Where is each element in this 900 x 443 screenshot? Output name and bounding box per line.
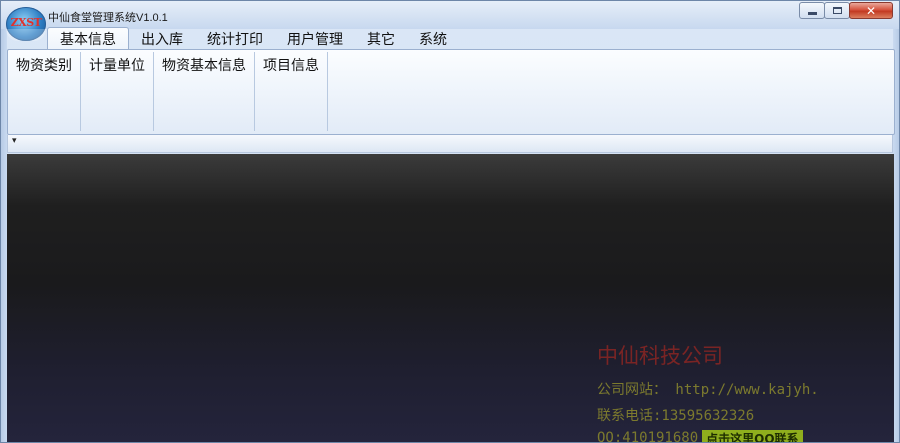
title-bar[interactable]: 中仙食堂管理系统V1.0.1 ✕: [1, 1, 899, 29]
window-title: 中仙食堂管理系统V1.0.1: [48, 12, 168, 24]
company-name: 中仙科技公司: [597, 344, 723, 368]
tab-statistics-print[interactable]: 统计打印: [195, 27, 275, 50]
tab-stock-in-out[interactable]: 出入库: [129, 27, 195, 50]
tab-basic-info[interactable]: 基本信息: [47, 27, 129, 50]
close-icon: ✕: [865, 3, 877, 18]
ribbon-groups: 物资类别 计量单位 物资基本信息 项目信息: [8, 50, 894, 134]
qq-contact-button[interactable]: 点击这里QQ联系: [702, 430, 803, 442]
ribbon-item-project-info[interactable]: 项目信息: [255, 52, 328, 131]
qq-text: QQ:410191680: [597, 430, 699, 443]
ribbon-item-material-info[interactable]: 物资基本信息: [154, 52, 255, 131]
maximize-icon: [832, 7, 842, 14]
tab-other[interactable]: 其它: [355, 27, 407, 50]
qq-line: QQ:410191680 点击这里QQ联系: [597, 430, 803, 443]
app-logo-text: ZXST: [10, 16, 42, 29]
tab-system[interactable]: 系统: [407, 27, 459, 50]
maximize-button[interactable]: [824, 2, 850, 19]
window-controls: ✕: [799, 2, 893, 19]
tab-user-management[interactable]: 用户管理: [275, 27, 355, 50]
ribbon-panel: 物资类别 计量单位 物资基本信息 项目信息: [7, 49, 895, 135]
ribbon-tabs: 基本信息 出入库 统计打印 用户管理 其它 系统: [47, 27, 459, 50]
phone-text: 联系电话:13595632326: [597, 408, 755, 424]
app-window: 中仙食堂管理系统V1.0.1 ✕ ZXST 基本信息 出入库 统计打印 用户管理…: [0, 0, 900, 443]
ribbon-item-material-category[interactable]: 物资类别: [8, 52, 81, 131]
main-content: 中仙科技公司 公司网站： http://www.kajyh. 联系电话:1359…: [7, 154, 894, 443]
minimize-button[interactable]: [799, 2, 825, 19]
website-text[interactable]: 公司网站： http://www.kajyh.: [597, 379, 819, 399]
app-logo[interactable]: ZXST: [6, 7, 46, 41]
close-button[interactable]: ✕: [849, 2, 893, 19]
quick-access-toolbar: ▾: [7, 135, 893, 153]
chevron-down-icon[interactable]: ▾: [12, 136, 17, 146]
minimize-icon: [807, 12, 817, 15]
ribbon-item-unit[interactable]: 计量单位: [81, 52, 154, 131]
